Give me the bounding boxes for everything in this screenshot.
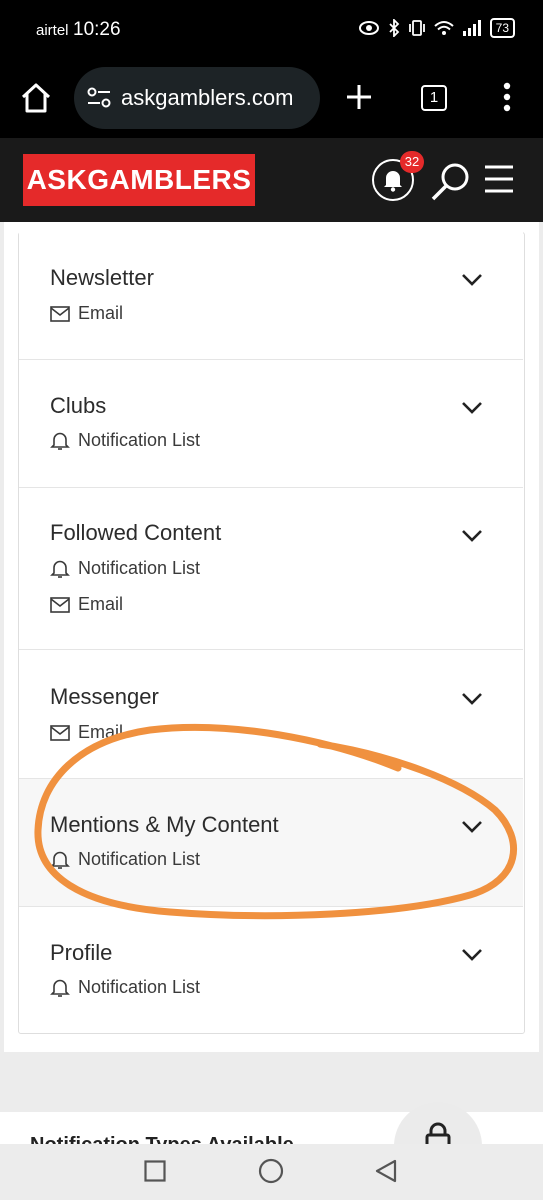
section-line: Email — [50, 722, 123, 743]
section-title: Clubs — [50, 393, 107, 418]
bell-icon — [384, 171, 402, 192]
bell-icon — [50, 560, 70, 578]
carrier-label: airtel — [36, 22, 69, 39]
section-profile[interactable]: Profile Notification List — [19, 907, 523, 1031]
section-line-label: Notification List — [78, 849, 201, 869]
clock: 10:26 — [73, 19, 121, 40]
signal-icon — [462, 20, 481, 36]
chevron-down-icon[interactable] — [461, 692, 483, 706]
back-icon[interactable] — [374, 1159, 398, 1183]
bell-icon — [50, 851, 70, 869]
more-menu-icon[interactable] — [502, 82, 512, 112]
site-header: ASKGAMBLERS 32 — [0, 138, 543, 222]
tab-switcher-button[interactable]: 1 — [421, 85, 447, 111]
mail-icon — [50, 724, 70, 741]
section-line-label: Notification List — [78, 977, 201, 997]
section-line: Notification List — [50, 430, 200, 451]
section-clubs[interactable]: Clubs Notification List — [19, 360, 523, 488]
section-line: Notification List — [50, 977, 200, 998]
wifi-icon — [433, 21, 454, 35]
eye-icon — [358, 21, 379, 35]
home-icon[interactable] — [20, 82, 52, 114]
section-line: Email — [50, 303, 123, 324]
section-title: Mentions & My Content — [50, 812, 279, 837]
section-line: Notification List — [50, 558, 200, 579]
system-nav-bar — [0, 1144, 543, 1200]
recents-icon[interactable] — [144, 1160, 166, 1182]
section-title: Messenger — [50, 684, 159, 709]
section-line-label: Notification List — [78, 558, 201, 578]
mail-icon — [50, 596, 70, 613]
chevron-down-icon[interactable] — [461, 820, 483, 834]
address-bar[interactable]: askgamblers.com — [74, 67, 320, 129]
chevron-down-icon[interactable] — [461, 948, 483, 962]
section-line-label: Notification List — [78, 430, 201, 450]
section-followed-content[interactable]: Followed Content Notification List Email — [19, 488, 523, 650]
section-newsletter[interactable]: Newsletter Email — [19, 232, 523, 360]
status-bar: airtel 10:26 73 — [0, 0, 543, 62]
battery-indicator: 73 — [489, 18, 515, 38]
browser-toolbar: askgamblers.com 1 — [0, 62, 543, 138]
section-messenger[interactable]: Messenger Email — [19, 651, 523, 779]
bell-icon — [50, 979, 70, 997]
section-title: Newsletter — [50, 265, 154, 290]
section-line-label: Email — [78, 594, 124, 614]
section-title: Profile — [50, 940, 113, 965]
chevron-down-icon[interactable] — [461, 273, 483, 287]
chevron-down-icon[interactable] — [461, 529, 483, 543]
section-title: Followed Content — [50, 520, 222, 545]
bell-icon — [50, 432, 70, 450]
section-line-label: Email — [78, 303, 124, 323]
hamburger-menu-icon[interactable] — [484, 164, 514, 194]
vibrate-icon — [408, 20, 425, 36]
section-line: Notification List — [50, 849, 200, 870]
section-line: Email — [50, 594, 123, 615]
mail-icon — [50, 305, 70, 322]
section-line-label: Email — [78, 722, 124, 742]
search-icon[interactable] — [430, 162, 472, 202]
section-mentions-my-content[interactable]: Mentions & My Content Notification List — [19, 779, 523, 907]
site-settings-icon[interactable] — [86, 87, 112, 109]
status-icons: 73 — [358, 18, 515, 38]
home-nav-icon[interactable] — [258, 1158, 284, 1184]
notification-count-badge: 32 — [400, 151, 424, 173]
chevron-down-icon[interactable] — [461, 401, 483, 415]
new-tab-icon[interactable] — [346, 84, 372, 110]
url-text: askgamblers.com — [121, 85, 294, 110]
site-logo[interactable]: ASKGAMBLERS — [23, 154, 255, 206]
bluetooth-icon — [389, 19, 399, 37]
